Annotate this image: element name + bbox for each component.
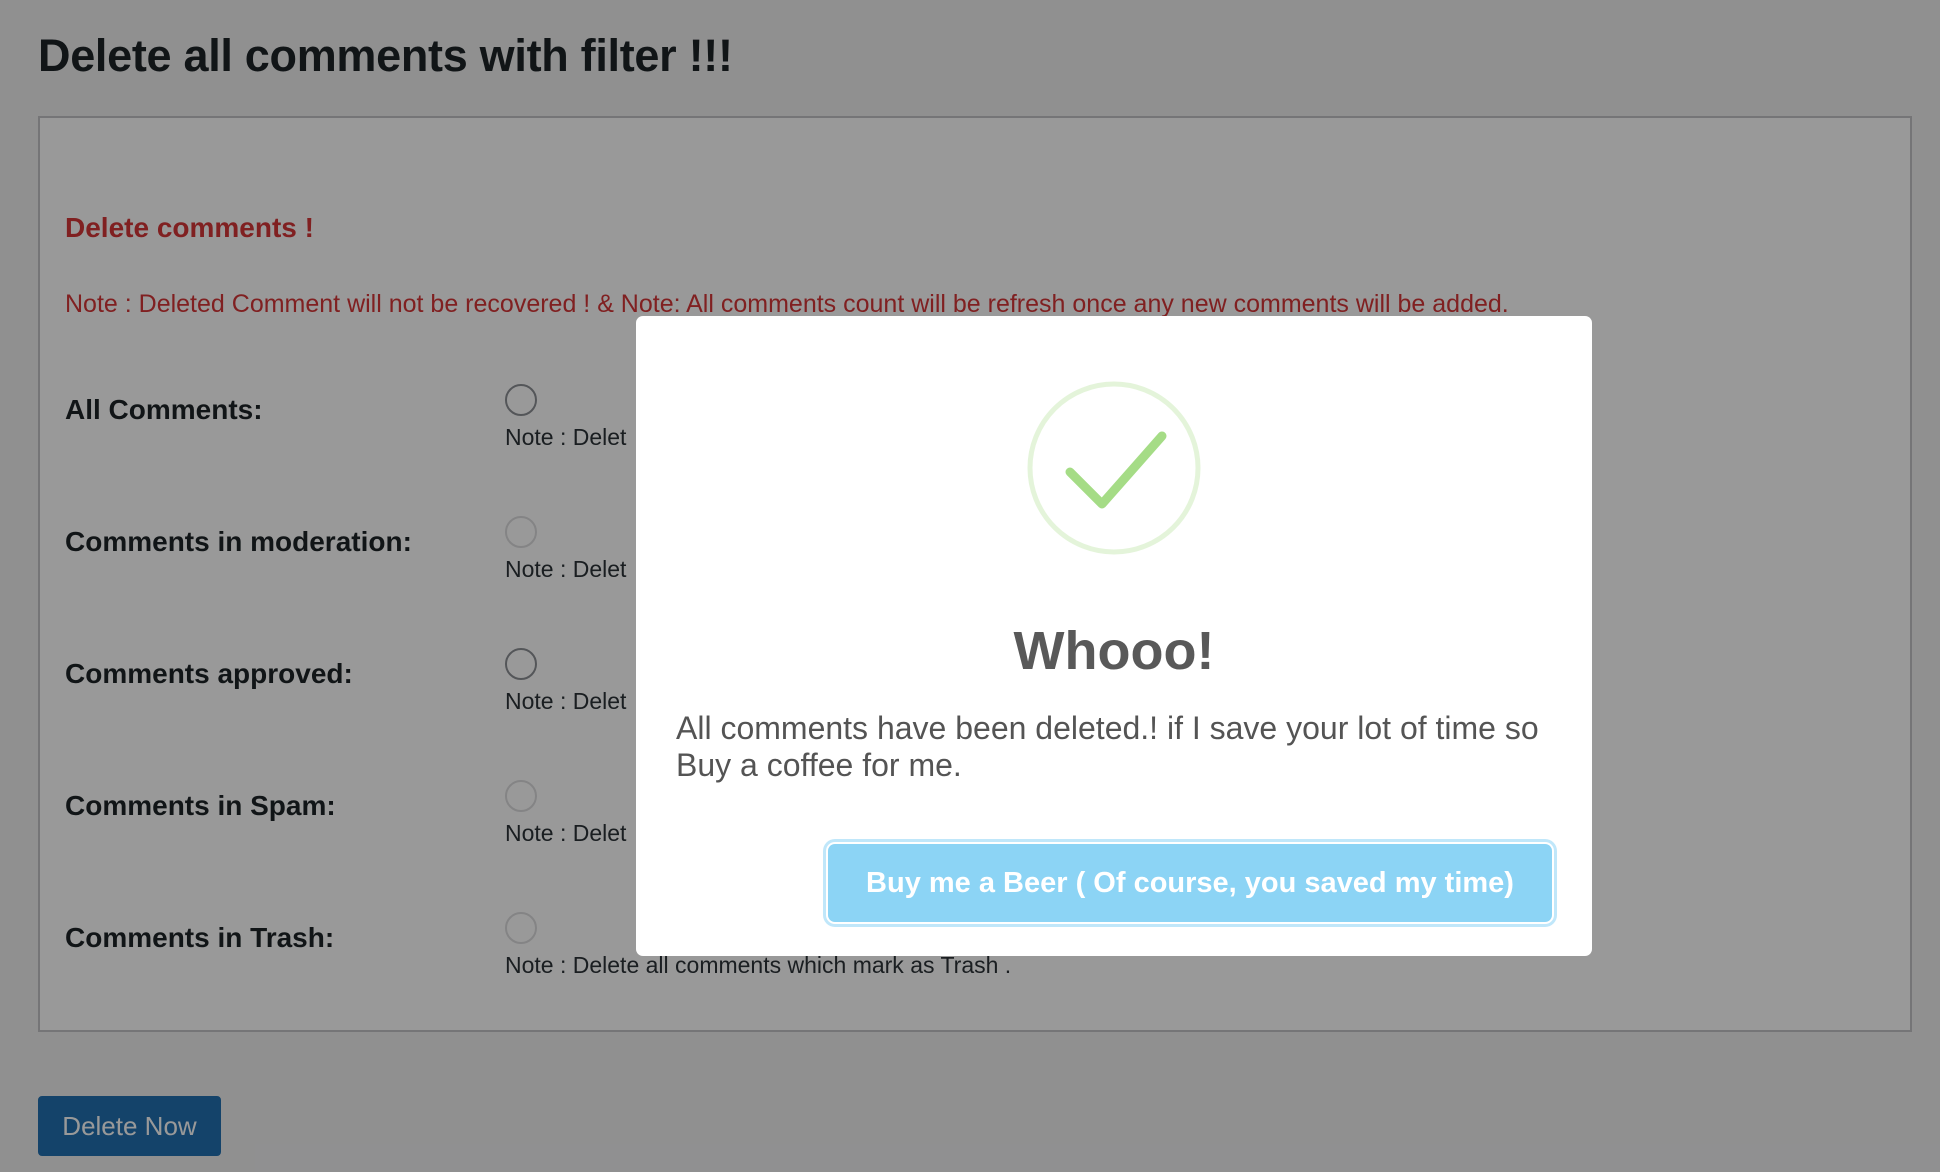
- success-check-icon: [1027, 381, 1201, 555]
- dialog-message: All comments have been deleted.! if I sa…: [676, 710, 1539, 783]
- buy-beer-button[interactable]: Buy me a Beer ( Of course, you saved my …: [828, 844, 1552, 922]
- success-dialog: Whooo! All comments have been deleted.! …: [636, 316, 1592, 956]
- dialog-title: Whooo!: [1013, 621, 1215, 681]
